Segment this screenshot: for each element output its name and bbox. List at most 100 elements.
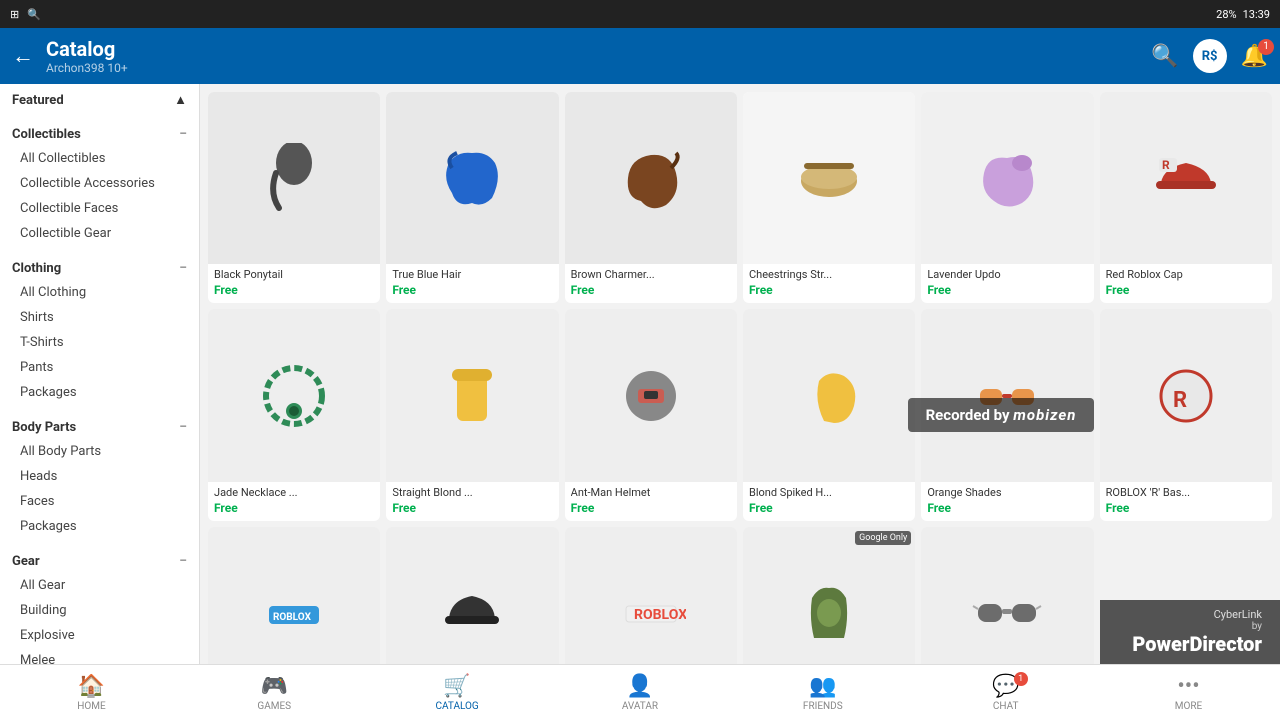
- sidebar-item-packages-clothing[interactable]: Packages: [0, 380, 199, 405]
- item-card-stylish-aviators[interactable]: Stylish Aviators Free: [921, 527, 1093, 664]
- item-card-orange-shades[interactable]: Orange Shades Free: [921, 309, 1093, 520]
- catalog-icon: 🛒: [443, 674, 470, 699]
- sidebar-section-gear: Gear −: [0, 545, 199, 573]
- sidebar-section-collectibles: Collectibles −: [0, 118, 199, 146]
- battery-pct: 28%: [1216, 8, 1236, 21]
- featured-collapse-icon[interactable]: ▲: [174, 92, 187, 108]
- main-layout: Featured ▲ Collectibles − All Collectibl…: [0, 84, 1280, 664]
- games-icon: 🎮: [261, 674, 288, 699]
- bottom-nav: 🏠 HOME 🎮 GAMES 🛒 CATALOG 👤 AVATAR 👥 FRIE…: [0, 664, 1280, 720]
- featured-label: Featured: [12, 93, 64, 108]
- robux-button[interactable]: R$: [1193, 39, 1227, 73]
- bottom-nav-more[interactable]: ••• MORE: [1158, 674, 1218, 712]
- svg-text:R: R: [1173, 388, 1187, 413]
- item-price: Free: [571, 283, 731, 297]
- item-price: Free: [927, 501, 1087, 515]
- sidebar: Featured ▲ Collectibles − All Collectibl…: [0, 84, 200, 664]
- item-card-empty: [1100, 527, 1272, 664]
- sidebar-item-heads[interactable]: Heads: [0, 464, 199, 489]
- bottom-nav-chat[interactable]: 💬 1 CHAT: [976, 674, 1036, 712]
- gear-collapse-icon[interactable]: −: [179, 553, 187, 569]
- bodyparts-collapse-icon[interactable]: −: [179, 419, 187, 435]
- bottom-nav-friends[interactable]: 👥 FRIENDS: [793, 674, 853, 712]
- item-price: Free: [214, 501, 374, 515]
- friends-icon: 👥: [809, 674, 836, 699]
- item-price: Free: [1106, 283, 1266, 297]
- chat-label: CHAT: [993, 701, 1019, 712]
- notif-badge: 1: [1258, 39, 1274, 55]
- sidebar-item-packages-body[interactable]: Packages: [0, 514, 199, 539]
- item-name: Lavender Updo: [927, 268, 1087, 281]
- item-card-roblox-visor[interactable]: ROBLOX Roblox Visor Free: [208, 527, 380, 664]
- sidebar-item-shirts[interactable]: Shirts: [0, 305, 199, 330]
- bottom-nav-avatar[interactable]: 👤 AVATAR: [610, 674, 670, 712]
- app-icon: ⊞: [10, 8, 19, 21]
- bottom-nav-home[interactable]: 🏠 HOME: [61, 674, 121, 712]
- avatar-icon: 👤: [626, 674, 653, 699]
- item-price: Free: [927, 283, 1087, 297]
- google-only-badge: Google Only: [855, 531, 911, 545]
- sidebar-item-tshirts[interactable]: T-Shirts: [0, 330, 199, 355]
- page-subtitle: Archon398 10+: [46, 61, 1139, 75]
- item-card-brown-charmer[interactable]: Brown Charmer... Free: [565, 92, 737, 303]
- nav-icons: 🔍 R$ 🔔 1: [1151, 39, 1268, 73]
- notifications-icon[interactable]: 🔔 1: [1241, 44, 1268, 69]
- item-card-medieval-hood[interactable]: Google Only Medieval Hood ... Free: [743, 527, 915, 664]
- sidebar-item-collectible-gear[interactable]: Collectible Gear: [0, 221, 199, 246]
- more-icon: •••: [1177, 674, 1199, 699]
- item-card-red-roblox-cap[interactable]: R Red Roblox Cap Free: [1100, 92, 1272, 303]
- nav-title-block: Catalog Archon398 10+: [46, 37, 1139, 75]
- svg-text:R: R: [1162, 158, 1170, 172]
- top-nav: ← Catalog Archon398 10+ 🔍 R$ 🔔 1: [0, 28, 1280, 84]
- item-card-true-blue-hair[interactable]: True Blue Hair Free: [386, 92, 558, 303]
- item-card-antman-helmet[interactable]: Ant-Man Helmet Free: [565, 309, 737, 520]
- item-card-roblox-logo-visor[interactable]: ROBLOX Roblox Logo Vis... Free: [565, 527, 737, 664]
- item-card-roblox-r-base[interactable]: R ROBLOX 'R' Bas... Free: [1100, 309, 1272, 520]
- item-price: Free: [1106, 501, 1266, 515]
- bodyparts-label: Body Parts: [12, 420, 76, 435]
- sidebar-item-collectible-faces[interactable]: Collectible Faces: [0, 196, 199, 221]
- gear-label: Gear: [12, 554, 40, 569]
- item-name: Orange Shades: [927, 486, 1087, 499]
- more-label: MORE: [1175, 701, 1202, 712]
- sidebar-item-all-clothing[interactable]: All Clothing: [0, 280, 199, 305]
- bottom-nav-games[interactable]: 🎮 GAMES: [244, 674, 304, 712]
- collectibles-label: Collectibles: [12, 127, 81, 142]
- sidebar-item-melee[interactable]: Melee: [0, 648, 199, 664]
- sidebar-item-building[interactable]: Building: [0, 598, 199, 623]
- sidebar-item-faces[interactable]: Faces: [0, 489, 199, 514]
- svg-text:ROBLOX: ROBLOX: [634, 607, 686, 623]
- bottom-nav-catalog[interactable]: 🛒 CATALOG: [427, 674, 487, 712]
- item-card-blond-spiked[interactable]: Blond Spiked H... Free: [743, 309, 915, 520]
- item-card-roblox-baseball[interactable]: Roblox Baseball... Free: [386, 527, 558, 664]
- sidebar-item-pants[interactable]: Pants: [0, 355, 199, 380]
- sidebar-item-explosive[interactable]: Explosive: [0, 623, 199, 648]
- item-name: Straight Blond ...: [392, 486, 552, 499]
- catalog-label: CATALOG: [435, 701, 478, 712]
- item-name: True Blue Hair: [392, 268, 552, 281]
- avatar-label: AVATAR: [622, 701, 658, 712]
- content-area: Black Ponytail Free True Blue Hair Free: [200, 84, 1280, 664]
- search-icon[interactable]: 🔍: [1151, 44, 1178, 69]
- item-card-black-ponytail[interactable]: Black Ponytail Free: [208, 92, 380, 303]
- item-card-jade-necklace[interactable]: Jade Necklace ... Free: [208, 309, 380, 520]
- item-card-cheestrings[interactable]: Cheestrings Str... Free: [743, 92, 915, 303]
- home-icon: 🏠: [78, 674, 105, 699]
- sidebar-section-bodyparts: Body Parts −: [0, 411, 199, 439]
- sidebar-item-all-gear[interactable]: All Gear: [0, 573, 199, 598]
- sidebar-section-clothing: Clothing −: [0, 252, 199, 280]
- sidebar-item-all-bodyparts[interactable]: All Body Parts: [0, 439, 199, 464]
- sidebar-item-collectible-accessories[interactable]: Collectible Accessories: [0, 171, 199, 196]
- collectibles-collapse-icon[interactable]: −: [179, 126, 187, 142]
- sidebar-item-all-collectibles[interactable]: All Collectibles: [0, 146, 199, 171]
- item-name: Brown Charmer...: [571, 268, 731, 281]
- clothing-collapse-icon[interactable]: −: [179, 260, 187, 276]
- item-card-lavender-updo[interactable]: Lavender Updo Free: [921, 92, 1093, 303]
- item-name: Black Ponytail: [214, 268, 374, 281]
- item-card-straight-blond[interactable]: Straight Blond ... Free: [386, 309, 558, 520]
- item-name: Blond Spiked H...: [749, 486, 909, 499]
- item-price: Free: [392, 501, 552, 515]
- back-button[interactable]: ←: [12, 43, 34, 69]
- svg-text:ROBLOX: ROBLOX: [273, 612, 312, 623]
- item-name: Red Roblox Cap: [1106, 268, 1266, 281]
